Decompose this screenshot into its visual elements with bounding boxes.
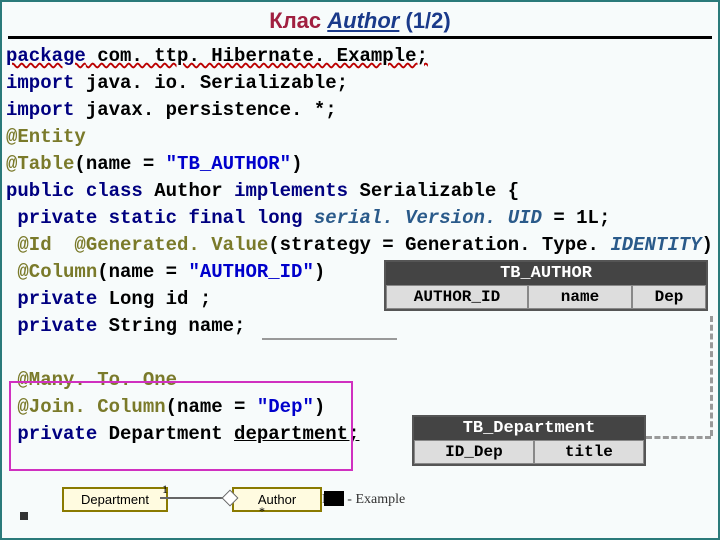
kw-private: private [6,288,97,310]
kw-final: final [177,207,245,229]
title-suffix: (1/2) [405,8,450,33]
ann-id: @Id [6,234,52,256]
col-open: (name = [97,261,188,283]
uml-department: Department [62,487,168,512]
tb-author-title: TB_AUTHOR [386,262,706,285]
col-close: ) [314,261,325,283]
ann-manytoone: @Many. To. One [6,369,177,391]
uml-author: Author [232,487,322,512]
import-2: javax. persistence. *; [74,99,336,121]
uid: serial. Version. UID [314,207,542,229]
field-id: Long id ; [97,288,211,310]
col-dep: Dep [632,285,706,309]
code-block: package com. ttp. Hibernate. Example; im… [2,39,718,448]
uml-mult-1: 1 [162,482,168,497]
ann-joincolumn: @Join. Column [6,396,166,418]
tbl-close: ) [291,153,302,175]
jc-close: ) [314,396,325,418]
kw-private: private [6,315,97,337]
kw-static: static [97,207,177,229]
bullet-icon [20,512,28,520]
kw-public: public [6,180,74,202]
gv-open: (strategy = Generation. Type. [268,234,610,256]
kw-class: class [86,180,143,202]
title-word: Клас [269,8,321,33]
import-1: java. io. Serializable; [74,72,348,94]
tb-dep-cols: ID_Dep title [414,440,644,464]
col-id-dep: ID_Dep [414,440,534,464]
serializable: Serializable { [348,180,519,202]
col-name: "AUTHOR_ID" [188,261,313,283]
col-name: name [528,285,632,309]
kw-import: import [6,99,74,121]
ann-genval: @Generated. Value [52,234,269,256]
dep-field: department; [234,423,359,445]
dep-type: Department [97,423,234,445]
identity: IDENTITY [610,234,701,256]
pkg-path: com. ttp. Hibernate. Example; [86,45,428,67]
gv-close: ) [702,234,713,256]
kw-private: private [6,207,97,229]
jc-name: "Dep" [257,396,314,418]
footer-overlay [324,491,344,506]
kw-private: private [6,423,97,445]
uml-mult-star: * [259,504,265,519]
kw-long: long [245,207,313,229]
kw-import: import [6,72,74,94]
tb-author-cols: AUTHOR_ID name Dep [386,285,706,309]
tbl-name: "TB_AUTHOR" [166,153,291,175]
ann-table: @Table [6,153,74,175]
kw-implements: implements [234,180,348,202]
ann-column: @Column [6,261,97,283]
class-name: Author [143,180,234,202]
kw-package: package [6,45,86,67]
table-tb-department: TB_Department ID_Dep title [412,415,646,466]
title-class: Author [327,8,399,33]
slide-title: Клас Author (1/2) [8,2,712,39]
table-tb-author: TB_AUTHOR AUTHOR_ID name Dep [384,260,708,311]
tb-dep-title: TB_Department [414,417,644,440]
ann-entity: @Entity [6,126,86,148]
uid-val: = 1L; [542,207,610,229]
tbl-open: (name = [74,153,165,175]
col-author-id: AUTHOR_ID [386,285,528,309]
slide: Клас Author (1/2) package com. ttp. Hibe… [0,0,720,540]
field-name: String name; [97,315,245,337]
jc-open: (name = [166,396,257,418]
col-title: title [534,440,644,464]
